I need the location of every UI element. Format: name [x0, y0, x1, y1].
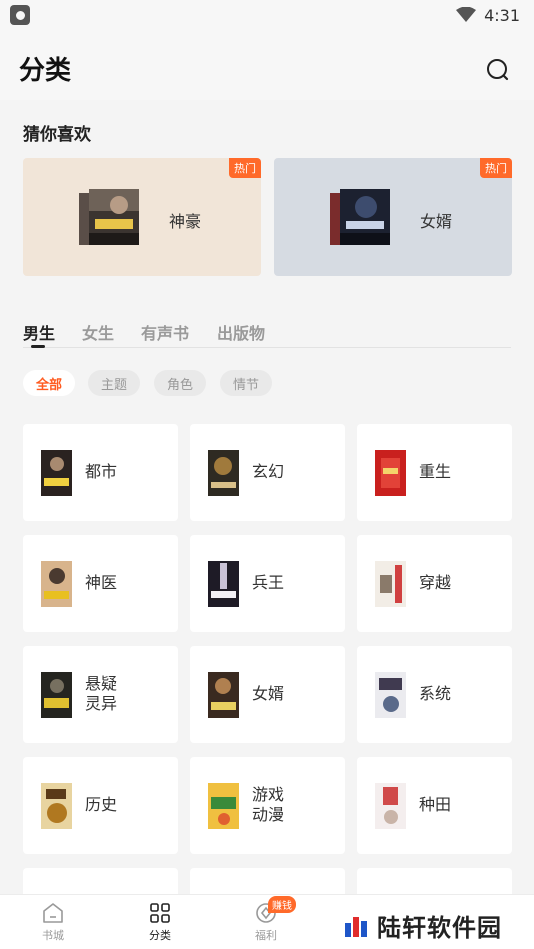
- book-cover: [89, 189, 139, 245]
- category-label: 历史: [85, 795, 118, 814]
- tab-male[interactable]: 男生: [23, 320, 55, 344]
- status-bar: 4:31: [0, 0, 534, 30]
- category-label: 穿越: [419, 573, 452, 592]
- category-card[interactable]: 重生: [357, 424, 512, 521]
- category-label: 女婿: [252, 684, 285, 703]
- search-icon: [487, 59, 509, 81]
- chip-plot[interactable]: 情节: [220, 370, 272, 396]
- status-right: 4:31: [456, 6, 520, 25]
- nav-label: 分类: [149, 929, 171, 942]
- wifi-icon: [456, 7, 477, 22]
- category-label: 玄幻: [252, 462, 285, 481]
- chip-role[interactable]: 角色: [154, 370, 206, 396]
- category-label: 游戏 动漫: [252, 785, 285, 824]
- category-label: 神医: [85, 573, 118, 592]
- tab-active-indicator: [31, 345, 45, 348]
- home-icon: [43, 903, 63, 923]
- book-cover-stack: [79, 189, 141, 247]
- chip-theme[interactable]: 主题: [88, 370, 140, 396]
- category-card[interactable]: [357, 868, 512, 894]
- hot-badge: 热门: [229, 158, 261, 178]
- chip-all[interactable]: 全部: [23, 370, 75, 396]
- category-card[interactable]: [190, 868, 345, 894]
- nav-label: 福利: [255, 929, 277, 942]
- search-button[interactable]: [483, 55, 513, 85]
- category-card[interactable]: 系统: [357, 646, 512, 743]
- content: 猜你喜欢 热门 神豪 热门 女婿 男生 女生 有声书 出版物 全部 主题 角色 …: [0, 100, 534, 894]
- category-card[interactable]: [23, 868, 178, 894]
- book-cover: [41, 672, 72, 718]
- rec-card-nvxu[interactable]: 热门 女婿: [274, 158, 512, 276]
- category-card[interactable]: 历史: [23, 757, 178, 854]
- category-tabs: 男生 女生 有声书 出版物: [23, 318, 511, 348]
- hot-badge: 热门: [480, 158, 512, 178]
- book-cover: [375, 672, 406, 718]
- book-cover-stack: [330, 189, 392, 247]
- grid-icon: [150, 903, 170, 923]
- nav-bookstore[interactable]: 书城: [13, 895, 93, 949]
- nav-category[interactable]: 分类: [120, 895, 200, 949]
- book-cover: [375, 561, 406, 607]
- category-card[interactable]: 玄幻: [190, 424, 345, 521]
- watermark: 陆轩软件园: [343, 908, 502, 943]
- category-label: 重生: [419, 462, 452, 481]
- book-cover: [340, 189, 390, 245]
- rec-card-label: 神豪: [169, 212, 202, 231]
- category-card[interactable]: 游戏 动漫: [190, 757, 345, 854]
- category-card[interactable]: 神医: [23, 535, 178, 632]
- app-notification-icon: [10, 5, 30, 25]
- category-card[interactable]: 兵王: [190, 535, 345, 632]
- book-cover: [208, 561, 239, 607]
- category-card[interactable]: 悬疑 灵异: [23, 646, 178, 743]
- book-cover: [41, 783, 72, 829]
- rec-card-label: 女婿: [420, 212, 453, 231]
- page-title: 分类: [19, 56, 72, 86]
- category-label: 都市: [85, 462, 118, 481]
- category-label: 种田: [419, 795, 452, 814]
- category-card[interactable]: 女婿: [190, 646, 345, 743]
- book-cover: [41, 561, 72, 607]
- category-label: 兵王: [252, 573, 285, 592]
- category-label: 系统: [419, 684, 452, 703]
- book-cover: [208, 783, 239, 829]
- section-title-guess: 猜你喜欢: [23, 125, 91, 145]
- tab-publication[interactable]: 出版物: [217, 320, 265, 344]
- category-card[interactable]: 都市: [23, 424, 178, 521]
- category-card[interactable]: 穿越: [357, 535, 512, 632]
- book-cover: [375, 783, 406, 829]
- watermark-logo-icon: [345, 916, 367, 937]
- category-label: 悬疑 灵异: [85, 674, 118, 713]
- tab-audiobook[interactable]: 有声书: [141, 320, 189, 344]
- reward-badge: 赚钱: [268, 896, 296, 913]
- header: 分类: [0, 30, 534, 100]
- nav-label: 书城: [42, 929, 64, 942]
- book-cover: [41, 450, 72, 496]
- book-cover: [208, 450, 239, 496]
- watermark-text: 陆轩软件园: [377, 914, 502, 942]
- book-cover: [375, 450, 406, 496]
- book-cover: [208, 672, 239, 718]
- tab-female[interactable]: 女生: [82, 320, 114, 344]
- category-card[interactable]: 种田: [357, 757, 512, 854]
- rec-card-shenhao[interactable]: 热门 神豪: [23, 158, 261, 276]
- nav-welfare[interactable]: 福利 赚钱: [226, 895, 306, 949]
- status-time: 4:31: [484, 5, 520, 25]
